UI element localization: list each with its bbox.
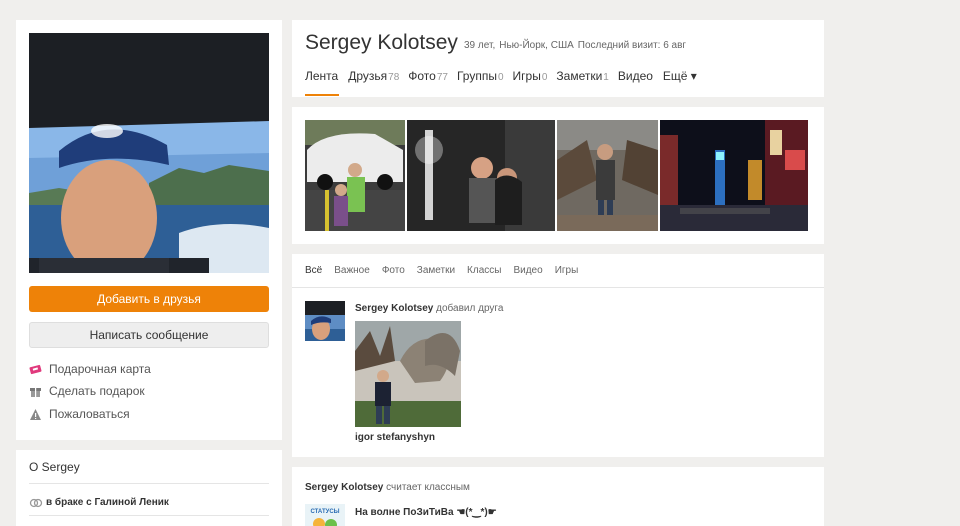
author-avatar[interactable] — [305, 301, 345, 341]
photo-thumbnail[interactable] — [660, 120, 808, 231]
feed-tab-photos[interactable]: Фото — [382, 265, 405, 276]
friend-photo[interactable] — [355, 321, 461, 427]
profile-last-visit: Последний визит: 6 авг — [577, 40, 687, 51]
photo-strip — [292, 107, 824, 244]
gift-card-link[interactable]: Подарочная карта — [29, 362, 151, 376]
group-name-link[interactable]: На волне ПоЗиТиВа ☚(*‿*)☛ — [355, 507, 497, 518]
feed-tab-notes[interactable]: Заметки — [417, 265, 455, 276]
about-title[interactable]: О Sergey — [29, 460, 80, 474]
nav-more-dropdown[interactable]: Ещё ▾ — [663, 69, 698, 96]
nav-count: 77 — [436, 72, 448, 83]
profile-nav: Лента Друзья78 Фото77 Группы0 Игры0 Заме… — [305, 69, 707, 96]
nav-count: 78 — [388, 72, 400, 83]
rings-icon — [29, 498, 43, 508]
report-label: Пожаловаться — [49, 407, 130, 421]
nav-label: Видео — [617, 69, 653, 83]
nav-video[interactable]: Видео — [618, 69, 654, 96]
post-action: считает классным — [386, 482, 470, 493]
nav-label: Фото — [408, 69, 436, 83]
activity-feed: Всё Важное Фото Заметки Классы Видео Игр… — [292, 254, 824, 457]
nav-count: 0 — [541, 72, 548, 83]
marital-status[interactable]: в браке с Галиной Леник — [29, 497, 169, 508]
nav-games[interactable]: Игры0 — [513, 69, 548, 96]
group-thumbnail[interactable]: СТАТУСЫ — [305, 504, 345, 526]
feed-tabs: Всё Важное Фото Заметки Классы Видео Игр… — [305, 265, 590, 276]
nav-notes[interactable]: Заметки1 — [556, 69, 608, 96]
gift-card-icon — [29, 363, 42, 376]
profile-header: Sergey Kolotsey 39 лет, Нью-Йорк, США Посл… — [292, 20, 824, 97]
nav-count: 0 — [497, 72, 504, 83]
profile-age: 39 лет, — [464, 40, 496, 51]
feed-tab-games[interactable]: Игры — [555, 265, 579, 276]
gift-card-label: Подарочная карта — [49, 362, 151, 376]
add-friend-button[interactable]: Добавить в друзья — [29, 286, 269, 312]
profile-avatar[interactable] — [29, 33, 269, 273]
nav-label: Друзья — [348, 69, 388, 83]
nav-friends[interactable]: Друзья78 — [348, 69, 399, 96]
photo-thumbnail[interactable] — [305, 120, 405, 231]
nav-label: Лента — [305, 69, 339, 83]
friend-name-link[interactable]: igor stefanyshyn — [355, 432, 435, 443]
nav-feed[interactable]: Лента — [305, 69, 340, 96]
profile-meta: 39 лет, Нью-Йорк, США Последний визит: 6 а… — [464, 40, 690, 51]
profile-sidebar: Добавить в друзья Написать сообщение Под… — [16, 20, 282, 440]
divider — [292, 287, 824, 288]
feed-tab-likes[interactable]: Классы — [467, 265, 501, 276]
profile-name: Sergey Kolotsey — [305, 31, 458, 54]
about-section: О Sergey в браке с Галиной Леник — [16, 450, 282, 526]
marital-status-label: в браке с Галиной Леник — [46, 497, 169, 508]
report-link[interactable]: Пожаловаться — [29, 407, 130, 421]
nav-count: 1 — [603, 72, 609, 83]
nav-label: Заметки — [556, 69, 603, 83]
nav-groups[interactable]: Группы0 — [457, 69, 504, 96]
feed-tab-important[interactable]: Важное — [334, 265, 370, 276]
post-header: Sergey Kolotsey считает классным — [305, 482, 470, 493]
profile-location: Нью-Йорк, США — [499, 40, 574, 51]
make-gift-link[interactable]: Сделать подарок — [29, 384, 145, 398]
post-action: добавил друга — [436, 303, 504, 314]
feed-tab-all[interactable]: Всё — [305, 265, 322, 276]
nav-label: Группы — [456, 69, 497, 83]
group-thumbnail-text: СТАТУСЫ — [310, 509, 339, 515]
send-message-button[interactable]: Написать сообщение — [29, 322, 269, 348]
nav-photos[interactable]: Фото77 — [408, 69, 448, 96]
post-header: Sergey Kolotsey добавил друга — [355, 303, 503, 314]
activity-feed-item: Sergey Kolotsey считает классным СТАТУСЫ… — [292, 467, 824, 526]
divider — [29, 483, 269, 484]
make-gift-label: Сделать подарок — [49, 384, 145, 398]
feed-tab-video[interactable]: Видео — [513, 265, 542, 276]
nav-label: Ещё ▾ — [662, 69, 697, 83]
warning-icon — [29, 408, 42, 421]
photo-thumbnail[interactable] — [407, 120, 555, 231]
photo-thumbnail[interactable] — [557, 120, 658, 231]
divider — [29, 515, 269, 516]
nav-label: Игры — [512, 69, 541, 83]
post-author-link[interactable]: Sergey Kolotsey — [305, 482, 383, 493]
post-author-link[interactable]: Sergey Kolotsey — [355, 303, 433, 314]
gift-icon — [29, 385, 42, 398]
